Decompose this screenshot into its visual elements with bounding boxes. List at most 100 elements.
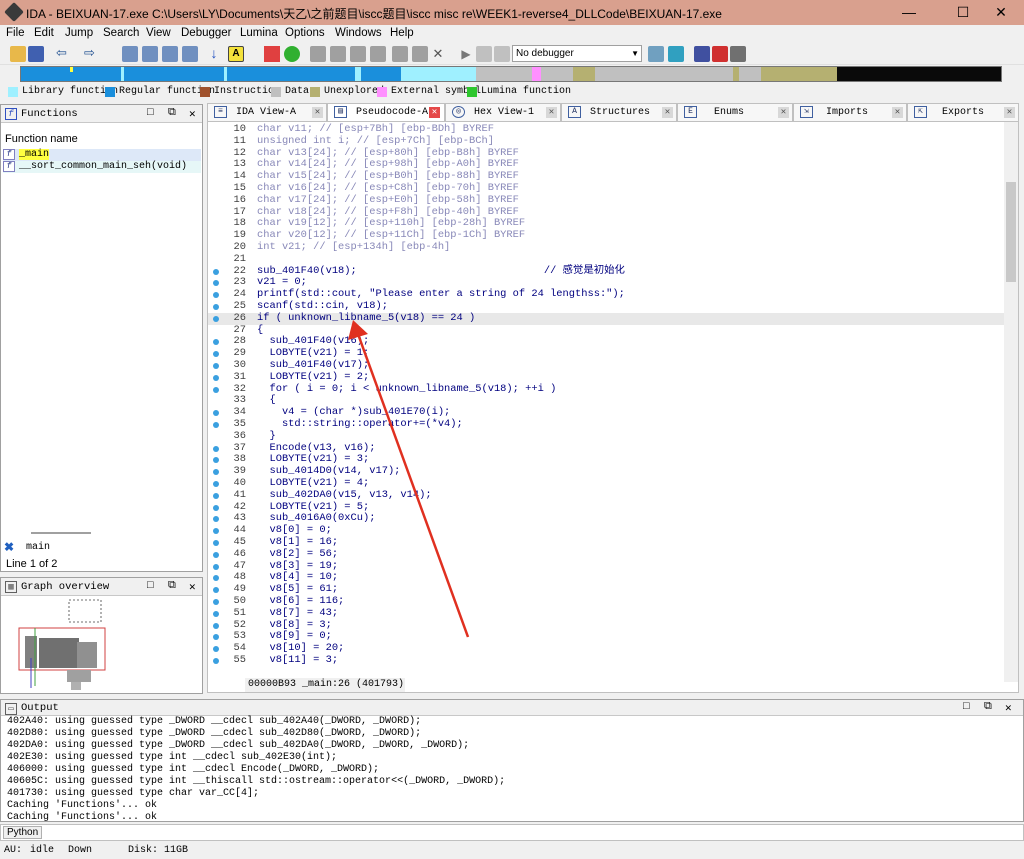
python-button[interactable]: Python [3, 826, 43, 839]
pause-icon[interactable] [476, 46, 492, 62]
close-icon[interactable]: ✕ [546, 107, 557, 118]
graph-overview-thumbnail[interactable] [11, 598, 111, 692]
tab-enums[interactable]: E Enums ✕ [677, 103, 793, 121]
panel-close-icon[interactable]: ✕ [189, 580, 196, 594]
attach-icon[interactable] [668, 46, 684, 62]
output-panel: ▭ Output □ ⧉ ✕ 402A40: using guessed typ… [0, 699, 1024, 823]
panel-restore-icon[interactable]: □ [147, 580, 154, 592]
back-arrow-icon[interactable]: ⇦ [56, 46, 72, 62]
close-icon[interactable]: ✕ [1004, 107, 1015, 118]
output-icon: ▭ [5, 703, 17, 715]
names-icon[interactable] [412, 46, 428, 62]
panel-float-icon[interactable]: ⧉ [984, 701, 992, 713]
delete-breakpoint-icon[interactable] [730, 46, 746, 62]
minimize-button[interactable]: — [886, 0, 932, 25]
patch-icon[interactable] [392, 46, 408, 62]
horizontal-scrollbar-thumb[interactable] [31, 532, 91, 534]
graph-view-icon[interactable] [264, 46, 280, 62]
close-button[interactable]: ✕ [978, 0, 1024, 25]
start-debug-icon[interactable]: ▶ [458, 46, 474, 62]
panel-close-icon[interactable]: ✕ [1005, 701, 1012, 715]
code-line[interactable]: 35 std::string::operator+=(*v4); [208, 418, 1005, 431]
text-search-icon[interactable] [142, 46, 158, 62]
debugger-options-icon[interactable] [648, 46, 664, 62]
menu-view[interactable]: View [146, 27, 171, 39]
function-icon[interactable] [370, 46, 386, 62]
stop-icon[interactable] [494, 46, 510, 62]
code-line[interactable]: 55 v8[11] = 3; [208, 654, 1005, 667]
menu-help[interactable]: Help [390, 27, 414, 39]
save-icon[interactable] [28, 46, 44, 62]
debugger-select[interactable]: No debugger ▼ [512, 45, 642, 62]
forward-arrow-icon[interactable]: ⇨ [84, 46, 100, 62]
python-command-input[interactable] [43, 825, 1021, 840]
navigation-band[interactable] [20, 66, 1002, 82]
add-breakpoint-icon[interactable] [712, 46, 728, 62]
close-icon[interactable]: ✕ [429, 107, 440, 118]
code-line[interactable]: 16 char v17[24]; // [esp+E0h] [ebp-58h] B… [208, 194, 1005, 207]
scrollbar-thumb[interactable] [1006, 182, 1016, 282]
function-name-column-header[interactable]: Function name [5, 133, 78, 145]
code-line[interactable]: 20 int v21; // [esp+134h] [ebp-4h] [208, 241, 1005, 254]
code-line[interactable]: 41 sub_402DA0(v15, v13, v14); [208, 489, 1005, 502]
close-icon[interactable]: ✕ [662, 107, 673, 118]
panel-restore-icon[interactable]: □ [963, 701, 970, 713]
segment-icon[interactable] [350, 46, 366, 62]
open-icon[interactable] [10, 46, 26, 62]
code-vertical-scrollbar[interactable] [1004, 122, 1018, 682]
function-list-item[interactable]: f _main [3, 149, 201, 161]
panel-float-icon[interactable]: ⧉ [168, 580, 176, 592]
menu-lumina[interactable]: Lumina [240, 27, 278, 39]
clear-search-icon[interactable]: ✖ [4, 540, 14, 554]
panel-restore-icon[interactable]: □ [147, 107, 154, 119]
pseudocode-view[interactable]: 10 char v11; // [esp+7Bh] [ebp-BDh] BYREF… [207, 121, 1019, 693]
enum-icon[interactable] [330, 46, 346, 62]
string-literal-icon[interactable]: A [228, 46, 244, 62]
tab-label: Hex View-1 [474, 107, 535, 118]
menu-windows[interactable]: Windows [335, 27, 382, 39]
tab-structures[interactable]: A Structures ✕ [561, 103, 677, 121]
code-line[interactable]: 32 for ( i = 0; i < unknown_libname_5(v1… [208, 383, 1005, 396]
menu-jump[interactable]: Jump [65, 27, 93, 39]
breakpoints-list-icon[interactable] [694, 46, 710, 62]
nav-segment-library [401, 67, 476, 81]
code-line[interactable]: 22 sub_401F40(v18); // 感觉是初始化 [208, 265, 1005, 278]
panel-float-icon[interactable]: ⧉ [168, 107, 176, 119]
search-immediate-icon[interactable] [182, 46, 198, 62]
struct-icon[interactable] [310, 46, 326, 62]
close-icon[interactable]: ✕ [312, 107, 323, 118]
line-number: 11 [233, 134, 246, 147]
code-line[interactable]: 11 unsigned int i; // [esp+7Ch] [ebp-BCh] [208, 134, 1005, 148]
code-line[interactable]: 51 v8[7] = 43; [208, 607, 1005, 620]
panel-close-icon[interactable]: ✕ [189, 107, 196, 121]
next-search-icon[interactable] [162, 46, 178, 62]
menu-debugger[interactable]: Debugger [181, 27, 232, 39]
code-line[interactable]: 36 } [208, 430, 1005, 443]
function-search-input[interactable]: main [26, 542, 50, 553]
tab-hex-view-1[interactable]: ◎ Hex View-1 ✕ [445, 103, 561, 121]
binary-search-icon[interactable] [122, 46, 138, 62]
code-line[interactable]: 31 LOBYTE(v21) = 2; [208, 371, 1005, 384]
code-line[interactable]: 21 [208, 253, 1005, 266]
tab-imports[interactable]: ⇲ Imports ✕ [793, 103, 907, 121]
code-line[interactable]: 26 if ( unknown_libname_5(v18) == 24 ) [208, 312, 1005, 325]
legend-data-swatch [271, 87, 281, 97]
tab-pseudocode-a[interactable]: ▤ Pseudocode-A ✕ [327, 103, 445, 122]
tab-exports[interactable]: ⇱ Exports ✕ [907, 103, 1019, 121]
close-icon[interactable]: ✕ [892, 107, 903, 118]
toolbar: ⇦ ⇨ ↓ A ✕ ▶ No debugger ▼ [0, 43, 1024, 65]
delete-x-icon[interactable]: ✕ [430, 46, 446, 62]
menu-search[interactable]: Search [103, 27, 139, 39]
nav-segment-unexplored [573, 67, 595, 81]
ida-app-icon [4, 2, 24, 22]
code-line[interactable]: 46 v8[2] = 56; [208, 548, 1005, 561]
menu-file[interactable]: File [6, 27, 25, 39]
tab-ida-view-a[interactable]: ≡ IDA View-A ✕ [207, 103, 327, 121]
menu-options[interactable]: Options [285, 27, 325, 39]
close-icon[interactable]: ✕ [778, 107, 789, 118]
run-green-icon[interactable] [284, 46, 300, 62]
jump-down-arrow-icon[interactable]: ↓ [206, 46, 222, 62]
status-bar: AU: idle Down Disk: 11GB [0, 843, 1024, 859]
function-list-item[interactable]: f __sort_common_main_seh(void) [3, 161, 201, 173]
menu-edit[interactable]: Edit [34, 27, 54, 39]
